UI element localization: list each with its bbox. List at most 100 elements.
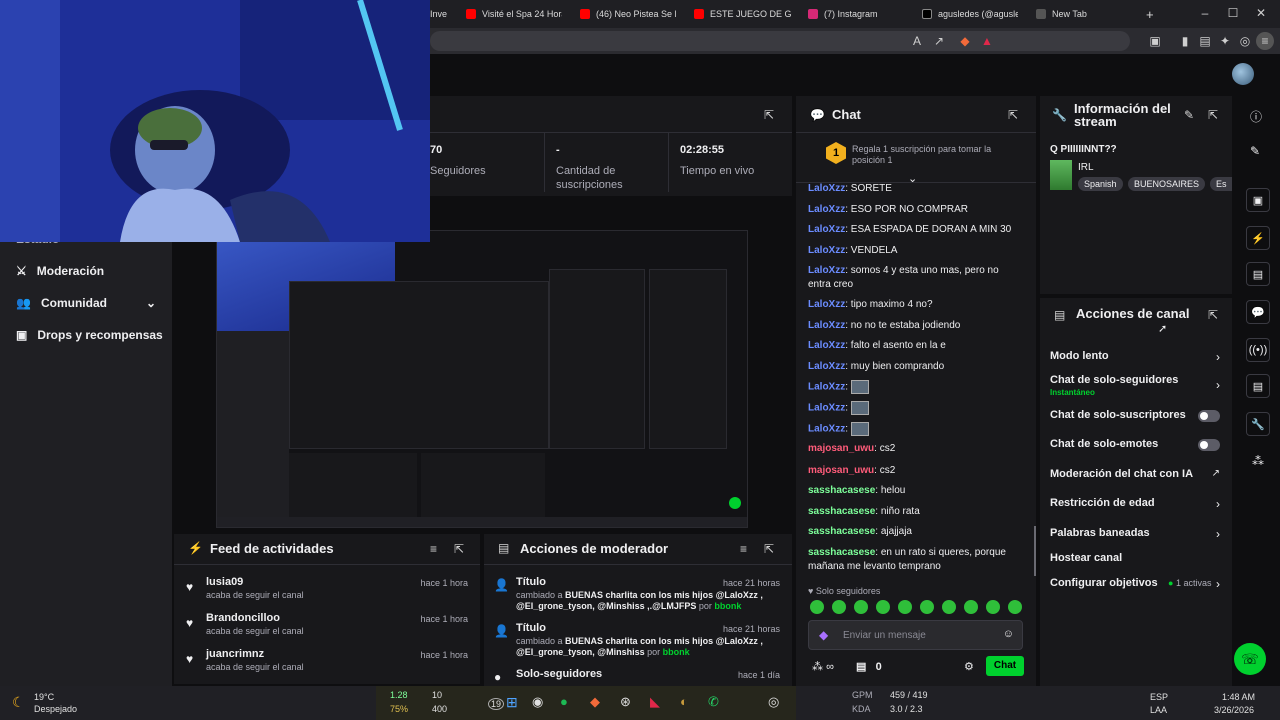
chat-message[interactable]: LaloXzz: falto el asento en la e [808,339,1023,353]
tab-2[interactable]: Visité el Spa 24 Horas [466,4,562,24]
stream-preview[interactable] [216,230,748,528]
windows-start-icon[interactable]: ⊞ [506,694,518,711]
chat-message[interactable]: LaloXzz: muy bien comprando [808,360,1023,374]
gear-icon[interactable]: ⚙ [964,660,974,673]
list-item[interactable]: ♥ Brandoncilloo acaba de seguir el canal… [174,612,480,648]
sub-gift-banner[interactable]: Regala 1 suscripción para tomar la posic… [852,144,1002,166]
share-icon[interactable]: ↗ [930,32,948,50]
emote-icon[interactable] [942,600,956,614]
chat-message[interactable]: sasshacasese: en un rato si queres, porq… [808,546,1023,574]
discord-icon[interactable]: ◉ [532,694,543,710]
chat-message[interactable]: sasshacasese: helou [808,484,1023,498]
list-item[interactable]: ● Solo-seguidores hace 1 día [484,668,792,686]
url-field[interactable] [430,31,1130,51]
tab-6[interactable]: agusledes (@agusledes [922,4,1018,24]
sidebar-item-moderacion[interactable]: ⚔ Moderación [16,264,104,278]
brave-icon[interactable]: ◆ [590,694,600,710]
tab-7[interactable]: New Tab [1036,4,1126,24]
close-icon[interactable]: ✕ [1252,4,1270,22]
sidebar-item-comunidad[interactable]: 👥 Comunidad ⌄ [16,296,156,310]
tag-chip[interactable]: Spanish [1078,177,1123,191]
menu-icon[interactable]: ≡ [1256,32,1274,50]
chat-username[interactable]: LaloXzz [808,299,845,310]
toggle-solo-suscriptores[interactable] [1198,410,1220,422]
bits-icon[interactable]: ◆ [819,628,828,642]
tag-chip[interactable]: BUENOSAIRES [1128,177,1206,191]
valorant-icon[interactable]: ◣ [650,694,660,710]
quick-action-bolt-icon[interactable]: ⚡ [1246,226,1270,250]
community-icon[interactable]: ⁂ [1252,454,1264,468]
quick-action-channel-icon[interactable]: ▤ [1246,374,1270,398]
leo-ai-icon[interactable]: ✦ [1216,32,1234,50]
tab-4[interactable]: ESTE JUEGO DE GOLF [694,4,792,24]
chat-username[interactable]: sasshacasese [808,547,875,558]
popout-icon[interactable]: ⇱ [1008,108,1018,122]
translate-icon[interactable]: A [908,32,926,50]
channel-points[interactable]: ⁂ ∞ [812,660,834,673]
mod-user[interactable]: bbonk [714,601,741,611]
emote-icon[interactable] [986,600,1000,614]
category-boxart[interactable] [1050,160,1072,190]
help-fab-icon[interactable]: ☏ [1234,643,1266,675]
obs-icon[interactable]: ◎ [768,694,779,710]
quick-action-chat-icon[interactable]: 💬 [1246,300,1270,324]
chat-username[interactable]: LaloXzz [808,424,845,435]
chat-message[interactable]: LaloXzz: somos 4 y esta uno mas, pero no… [808,264,1023,292]
vpn-icon[interactable]: ◎ [1236,32,1254,50]
chat-username[interactable]: LaloXzz [808,382,845,393]
language-indicator[interactable]: ESP [1150,692,1168,702]
chat-username[interactable]: sasshacasese [808,506,875,517]
tab-3[interactable]: (46) Neo Pistea Se Enf [580,4,676,24]
chat-username[interactable]: sasshacasese [808,526,875,537]
chat-username[interactable]: LaloXzz [808,340,845,351]
chat-input[interactable]: ◆ Enviar un mensaje ☺ [808,620,1023,650]
chat-message[interactable]: majosan_uwu: cs2 [808,442,1023,456]
list-item[interactable]: ♥ lusia09 acaba de seguir el canal hace … [174,576,480,612]
quick-action-clip-icon[interactable]: ▣ [1246,188,1270,212]
quick-action-doc-icon[interactable]: ▤ [1246,262,1270,286]
chat-username[interactable]: majosan_uwu [808,443,874,454]
chat-message[interactable]: sasshacasese: ajajjaja [808,525,1023,539]
scrollbar[interactable] [1034,526,1036,576]
steam-icon[interactable]: ⊛ [620,694,631,710]
action-hostear-canal[interactable]: Hostear canal [1050,552,1230,564]
pencil-icon[interactable]: ✎ [1184,108,1194,122]
tab-5[interactable]: (7) Instagram [808,4,898,24]
brave-rewards-icon[interactable]: ▲ [978,32,996,50]
chat-username[interactable]: LaloXzz [808,204,845,215]
popout-icon[interactable]: ⇱ [1208,108,1218,122]
emote-icon[interactable] [898,600,912,614]
quick-action-wrench-icon[interactable]: 🔧 [1246,412,1270,436]
maximize-icon[interactable]: ☐ [1224,4,1242,22]
chat-message[interactable]: LaloXzz: ESO POR NO COMPRAR [808,203,1023,217]
filter-icon[interactable]: ≡ [430,542,437,556]
pencil-icon[interactable]: ✎ [1250,144,1260,158]
chat-username[interactable]: majosan_uwu [808,465,874,476]
chat-username[interactable]: LaloXzz [808,224,845,235]
whatsapp-icon[interactable]: ✆ [708,694,719,710]
chat-username[interactable]: LaloXzz [808,320,845,331]
tab-search-icon[interactable]: ▣ [1146,32,1164,50]
avatar[interactable] [1232,63,1254,85]
action-restriccion-edad[interactable]: Restricción de edad [1050,497,1230,509]
chat-username[interactable]: LaloXzz [808,245,845,256]
popout-icon[interactable]: ⇱ [454,542,464,556]
mod-user[interactable]: bbonk [663,647,690,657]
chat-send-button[interactable]: Chat [986,656,1024,676]
league-icon[interactable]: ◐ [680,694,688,709]
info-icon[interactable]: ⓘ [1250,108,1262,125]
emote-icon[interactable] [854,600,868,614]
chat-message[interactable]: LaloXzz: tipo maximo 4 no? [808,298,1023,312]
category-name[interactable]: IRL [1078,162,1094,173]
tag-chip[interactable]: Es [1210,177,1232,191]
action-solo-seguidores[interactable]: Chat de solo-seguidores Instantáneo [1050,374,1230,398]
filter-icon[interactable]: ≡ [740,542,747,556]
action-modo-lento[interactable]: Modo lento [1050,350,1230,362]
chat-message[interactable]: sasshacasese: niño rata [808,505,1023,519]
new-tab-button[interactable]: + [1146,4,1160,24]
sidebar-item-drops[interactable]: ▣ Drops y recompensas [16,328,163,342]
chat-username[interactable]: LaloXzz [808,183,845,194]
wallet-icon[interactable]: ▤ [1196,32,1214,50]
tab-1[interactable]: Inve [430,4,460,24]
emote-icon[interactable] [964,600,978,614]
